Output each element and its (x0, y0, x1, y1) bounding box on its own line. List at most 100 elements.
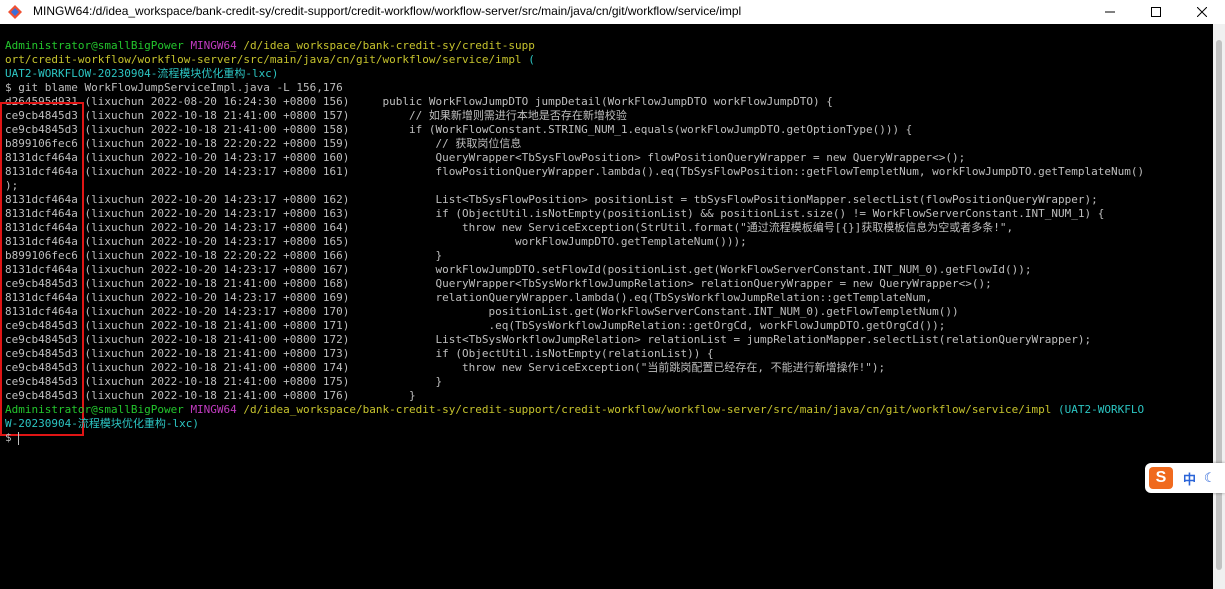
prompt-line: Administrator@smallBigPower MINGW64 /d/i… (5, 403, 1144, 417)
source-code: if (ObjectUtil.isNotEmpty(positionList) … (349, 207, 1105, 220)
blame-meta: (lixuchun 2022-10-18 21:41:00 +0800 174) (77, 361, 350, 374)
blame-line: 8131dcf464a (lixuchun 2022-10-20 14:23:1… (5, 291, 932, 305)
commit-hash: 8131dcf464a (5, 291, 78, 304)
blame-meta: (lixuchun 2022-10-20 14:23:17 +0800 161) (77, 165, 350, 178)
commit-hash: ce9cb4845d3 (5, 333, 78, 346)
scrollbar[interactable] (1213, 24, 1225, 589)
blame-line: ce9cb4845d3 (lixuchun 2022-10-18 21:41:0… (5, 109, 627, 123)
commit-hash: ce9cb4845d3 (5, 319, 78, 332)
commit-hash: 8131dcf464a (5, 165, 78, 178)
commit-hash: b899106fec6 (5, 137, 78, 150)
source-code: .eq(TbSysWorkflowJumpRelation::getOrgCd,… (349, 319, 946, 332)
blame-line: 8131dcf464a (lixuchun 2022-10-20 14:23:1… (5, 221, 1013, 235)
source-code: flowPositionQueryWrapper.lambda().eq(TbS… (349, 165, 1145, 178)
ime-language-toggle[interactable]: 中 (1183, 469, 1196, 488)
prompt-user: Administrator@smallBigPower (5, 403, 184, 416)
source-code: } (349, 389, 416, 402)
blame-meta: (lixuchun 2022-10-18 22:20:22 +0800 166) (77, 249, 350, 262)
source-code: QueryWrapper<TbSysWorkflowJumpRelation> … (349, 277, 992, 290)
prompt-branch: (UAT2-WORKFLO (1058, 403, 1145, 416)
source-code: public WorkFlowJumpDTO jumpDetail(WorkFl… (349, 95, 833, 108)
prompt-path: /d/idea_workspace/bank-credit-sy/credit-… (243, 403, 1052, 416)
blame-meta: (lixuchun 2022-10-18 21:41:00 +0800 171) (77, 319, 350, 332)
prompt-user: Administrator@smallBigPower (5, 39, 184, 52)
commit-hash: 8131dcf464a (5, 193, 78, 206)
blame-meta: (lixuchun 2022-10-20 14:23:17 +0800 164) (77, 221, 350, 234)
blame-line: ce9cb4845d3 (lixuchun 2022-10-18 21:41:0… (5, 347, 714, 361)
blame-line: 8131dcf464a (lixuchun 2022-10-20 14:23:1… (5, 305, 959, 319)
blame-line: d264595d931 (lixuchun 2022-08-20 16:24:3… (5, 95, 833, 109)
commit-hash: ); (5, 179, 19, 192)
minimize-button[interactable] (1087, 0, 1133, 24)
blame-line: ce9cb4845d3 (lixuchun 2022-10-18 21:41:0… (5, 361, 885, 375)
blame-line: 8131dcf464a (lixuchun 2022-10-20 14:23:1… (5, 235, 747, 249)
sogou-logo-icon[interactable]: S (1149, 467, 1173, 489)
source-code: } (349, 375, 443, 388)
prompt-line: Administrator@smallBigPower MINGW64 /d/i… (5, 39, 535, 53)
commit-hash: 8131dcf464a (5, 305, 78, 318)
commit-hash: 8131dcf464a (5, 221, 78, 234)
title-bar: MINGW64:/d/idea_workspace/bank-credit-sy… (0, 0, 1225, 24)
blame-meta: (lixuchun 2022-10-18 21:41:00 +0800 168) (77, 277, 350, 290)
blame-meta: (lixuchun 2022-10-20 14:23:17 +0800 163) (77, 207, 350, 220)
close-button[interactable] (1179, 0, 1225, 24)
commit-hash: 8131dcf464a (5, 235, 78, 248)
source-code: if (ObjectUtil.isNotEmpty(relationList))… (349, 347, 714, 360)
source-code: relationQueryWrapper.lambda().eq(TbSysWo… (349, 291, 933, 304)
commit-hash: 8131dcf464a (5, 151, 78, 164)
commit-hash: ce9cb4845d3 (5, 361, 78, 374)
blame-meta: (lixuchun 2022-10-18 21:41:00 +0800 157) (77, 109, 350, 122)
blame-line: 8131dcf464a (lixuchun 2022-10-20 14:23:1… (5, 151, 965, 165)
commit-hash: 8131dcf464a (5, 207, 78, 220)
commit-hash: 8131dcf464a (5, 263, 78, 276)
prompt-branch-cont: W-20230904-流程模块优化重构-lxc) (5, 417, 199, 430)
blame-line: ce9cb4845d3 (lixuchun 2022-10-18 21:41:0… (5, 277, 992, 291)
terminal-area[interactable]: Administrator@smallBigPower MINGW64 /d/i… (0, 24, 1213, 589)
blame-meta: (lixuchun 2022-10-18 21:41:00 +0800 175) (77, 375, 350, 388)
source-code: List<TbSysFlowPosition> positionList = t… (349, 193, 1098, 206)
commit-hash: d264595d931 (5, 95, 78, 108)
blame-meta: (lixuchun 2022-10-18 21:41:00 +0800 173) (77, 347, 350, 360)
command-line: $ git blame WorkFlowJumpServiceImpl.java… (5, 81, 343, 94)
minimize-icon (1105, 11, 1115, 13)
blame-meta: (lixuchun 2022-10-18 21:41:00 +0800 172) (77, 333, 350, 346)
prompt-path-cont: ort/credit-workflow/workflow-server/src/… (5, 53, 522, 66)
prompt-path: /d/idea_workspace/bank-credit-sy/credit-… (243, 39, 535, 52)
prompt-env: MINGW64 (190, 403, 237, 416)
maximize-icon (1151, 7, 1161, 17)
blame-meta: (lixuchun 2022-10-20 14:23:17 +0800 162) (77, 193, 350, 206)
blame-meta: (lixuchun 2022-10-20 14:23:17 +0800 167) (77, 263, 350, 276)
source-code: workFlowJumpDTO.getTemplateNum())); (349, 235, 747, 248)
blame-meta: (lixuchun 2022-10-20 14:23:17 +0800 169) (77, 291, 350, 304)
blame-meta: (lixuchun 2022-10-20 14:23:17 +0800 160) (77, 151, 350, 164)
prompt-line: ort/credit-workflow/workflow-server/src/… (5, 53, 535, 67)
source-code: throw new ServiceException("当前跳岗配置已经存在, … (349, 361, 886, 374)
window-title: MINGW64:/d/idea_workspace/bank-credit-sy… (33, 4, 742, 18)
commit-hash: ce9cb4845d3 (5, 347, 78, 360)
blame-line: ce9cb4845d3 (lixuchun 2022-10-18 21:41:0… (5, 123, 912, 137)
moon-icon[interactable]: ☾ (1204, 471, 1212, 486)
input-line[interactable]: $ (5, 431, 12, 445)
commit-hash: b899106fec6 (5, 249, 78, 262)
blame-meta: (lixuchun 2022-10-20 14:23:17 +0800 170) (77, 305, 350, 318)
prompt-env: MINGW64 (190, 39, 237, 52)
source-code: List<TbSysWorkflowJumpRelation> relation… (349, 333, 1092, 346)
commit-hash: ce9cb4845d3 (5, 277, 78, 290)
blame-line: b899106fec6 (lixuchun 2022-10-18 22:20:2… (5, 249, 442, 263)
commit-hash: ce9cb4845d3 (5, 375, 78, 388)
maximize-button[interactable] (1133, 0, 1179, 24)
blame-meta: (lixuchun 2022-10-18 21:41:00 +0800 158) (77, 123, 350, 136)
text-cursor (18, 432, 19, 445)
ime-toolbar[interactable]: S 中 ☾ (1145, 463, 1225, 493)
source-code: QueryWrapper<TbSysFlowPosition> flowPosi… (349, 151, 966, 164)
git-bash-icon (8, 5, 22, 19)
prompt-branch-cont: UAT2-WORKFLOW-20230904-流程模块优化重构-lxc) (5, 67, 279, 80)
source-code: // 如果新增则需进行本地是否存在新增校验 (349, 109, 627, 122)
blame-line: ); (5, 179, 18, 193)
prompt-branch: ( (528, 53, 535, 66)
source-code: throw new ServiceException(StrUtil.forma… (349, 221, 1014, 234)
blame-line: ce9cb4845d3 (lixuchun 2022-10-18 21:41:0… (5, 319, 945, 333)
blame-line: b899106fec6 (lixuchun 2022-10-18 22:20:2… (5, 137, 521, 151)
blame-meta: (lixuchun 2022-10-20 14:23:17 +0800 165) (77, 235, 350, 248)
source-code: workFlowJumpDTO.setFlowId(positionList.g… (349, 263, 1032, 276)
